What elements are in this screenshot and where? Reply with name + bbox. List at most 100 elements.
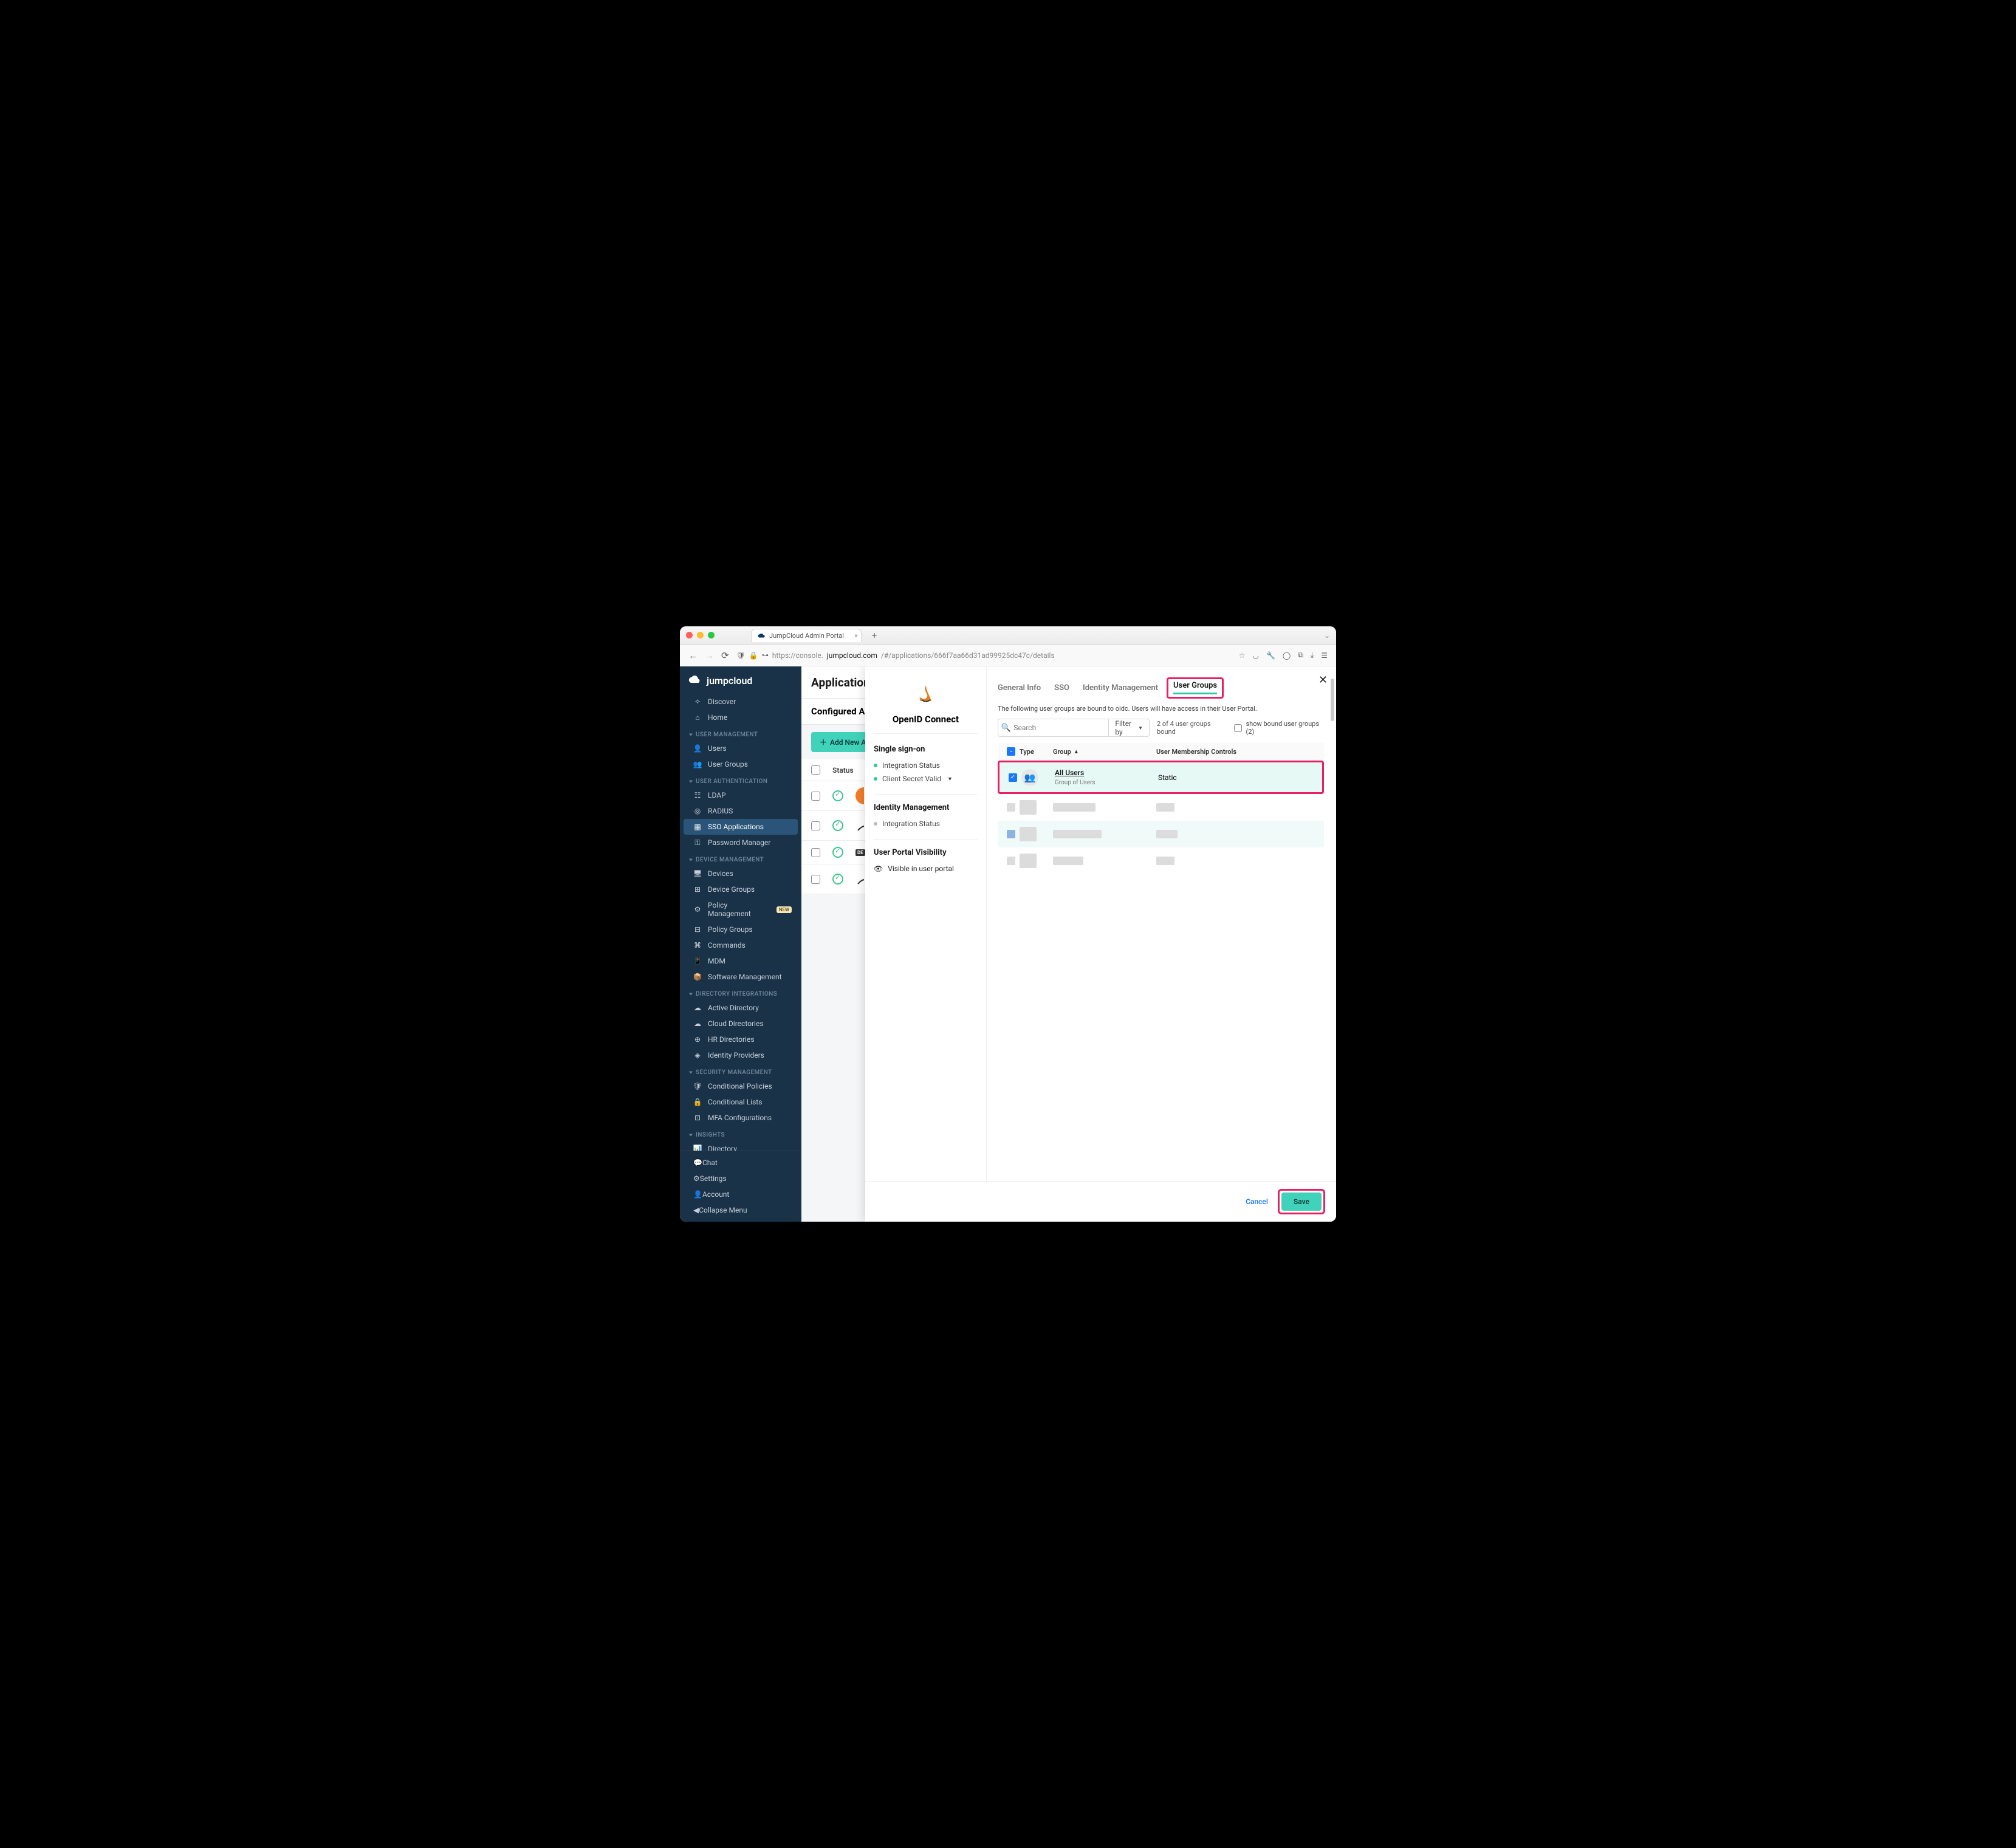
col-membership[interactable]: User Membership Controls (1156, 748, 1319, 756)
chart-icon: 📊 (693, 1145, 702, 1151)
address-bar[interactable]: 🛡 🔒 ⊶ https://console.jumpcloud.com/#/ap… (736, 651, 1246, 660)
sidebar: jumpcloud ✧Discover ⌂Home USER MANAGEMEN… (680, 666, 801, 1222)
section-security-management[interactable]: SECURITY MANAGEMENT (680, 1063, 801, 1078)
pocket-icon[interactable]: ◡ (1252, 651, 1258, 660)
shield-icon: 🛡 (736, 651, 746, 660)
default-badge: DE (855, 849, 865, 856)
maximize-window-button[interactable] (708, 632, 715, 638)
status-dot-icon (874, 777, 877, 781)
sidebar-item-hr-directories[interactable]: ⊕HR Directories (680, 1032, 801, 1047)
brand-logo[interactable]: jumpcloud (680, 666, 801, 694)
col-group[interactable]: Group▲ (1053, 748, 1156, 756)
group-row-all-users[interactable]: ✓ 👥 All Users Group of Users Static (998, 761, 1324, 794)
ad-icon: ☁ (693, 1004, 702, 1012)
row-checkbox[interactable] (811, 821, 820, 830)
tab-user-groups[interactable]: User Groups (1173, 679, 1217, 694)
col-status[interactable]: Status (832, 766, 857, 775)
section-user-authentication[interactable]: USER AUTHENTICATION (680, 772, 801, 787)
nav-back-icon[interactable]: ← (688, 650, 698, 661)
drawer-app-name: OpenID Connect (874, 714, 978, 734)
sidebar-item-conditional-policies[interactable]: 🛡Conditional Policies (680, 1078, 801, 1094)
user-group-icon: 👥 (1021, 769, 1038, 786)
nav-forward-icon[interactable]: → (705, 650, 714, 661)
show-bound-toggle[interactable]: show bound user groups (2) (1234, 720, 1324, 736)
downloads-icon[interactable]: ⤓ (1311, 651, 1314, 660)
group-name-link[interactable]: All Users (1055, 768, 1084, 777)
sidebar-item-home[interactable]: ⌂Home (680, 710, 801, 725)
browser-tab[interactable]: JumpCloud Admin Portal × (751, 629, 862, 642)
sidebar-item-mfa-configurations[interactable]: ⊡MFA Configurations (680, 1110, 801, 1126)
section-directory-integrations[interactable]: DIRECTORY INTEGRATIONS (680, 985, 801, 1000)
sidebar-item-user-groups[interactable]: 👥User Groups (680, 756, 801, 772)
close-tab-icon[interactable]: × (854, 632, 858, 640)
permissions-icon: ⊶ (762, 651, 769, 659)
extensions-icon[interactable]: ⧉ (1298, 651, 1303, 660)
app-content: jumpcloud ✧Discover ⌂Home USER MANAGEMEN… (680, 666, 1336, 1222)
sidebar-item-device-groups[interactable]: ⊞Device Groups (680, 881, 801, 897)
row-checkbox[interactable] (811, 875, 820, 884)
sidebar-item-chat[interactable]: 💬Chat (680, 1155, 801, 1171)
filter-dropdown[interactable]: Filter by▼ (1108, 719, 1149, 736)
sidebar-item-cloud-directories[interactable]: ☁Cloud Directories (680, 1016, 801, 1032)
bookmark-star-icon[interactable]: ☆ (1239, 651, 1246, 660)
section-device-management[interactable]: DEVICE MANAGEMENT (680, 850, 801, 866)
account-icon[interactable]: ◯ (1283, 651, 1291, 660)
portal-section-title: User Portal Visibility (874, 848, 978, 857)
search-box: 🔍 Filter by▼ (998, 719, 1150, 737)
drawer-sidebar: OpenID Connect Single sign-on Integratio… (865, 666, 987, 1181)
tab-identity-management[interactable]: Identity Management (1083, 681, 1158, 695)
row-checkbox[interactable] (811, 792, 820, 801)
sidebar-item-directory[interactable]: 📊Directory (680, 1141, 801, 1151)
sidebar-item-active-directory[interactable]: ☁Active Directory (680, 1000, 801, 1016)
titlebar-menu-icon[interactable]: ⌄ (1324, 631, 1330, 640)
sidebar-item-discover[interactable]: ✧Discover (680, 694, 801, 710)
sidebar-item-sso-applications[interactable]: ▦SSO Applications (684, 819, 798, 835)
show-bound-checkbox[interactable] (1234, 724, 1242, 732)
close-window-button[interactable] (686, 632, 693, 638)
sidebar-item-identity-providers[interactable]: ◈Identity Providers (680, 1047, 801, 1063)
row-checkbox[interactable] (811, 848, 820, 857)
tab-sso[interactable]: SSO (1054, 681, 1069, 695)
tab-general-info[interactable]: General Info (998, 681, 1041, 695)
hamburger-menu-icon[interactable]: ☰ (1321, 651, 1328, 660)
cloud-icon: ☁ (693, 1019, 702, 1028)
group-row-redacted[interactable] (998, 847, 1324, 874)
cancel-button[interactable]: Cancel (1246, 1197, 1268, 1206)
search-input[interactable] (1013, 724, 1108, 732)
group-membership-value: Static (1158, 773, 1317, 782)
url-domain: jumpcloud.com (827, 651, 877, 660)
devtools-icon[interactable]: 🔧 (1266, 651, 1275, 660)
sidebar-item-commands[interactable]: ⌘Commands (680, 937, 801, 953)
sidebar-item-settings[interactable]: ⚙Settings (680, 1171, 801, 1186)
section-insights[interactable]: INSIGHTS (680, 1126, 801, 1141)
sidebar-item-account[interactable]: 👤Account (680, 1186, 801, 1202)
sidebar-item-software-management[interactable]: 📦Software Management (680, 969, 801, 985)
sidebar-item-mdm[interactable]: 📱MDM (680, 953, 801, 969)
sidebar-item-devices[interactable]: 🖥Devices (680, 866, 801, 881)
sidebar-item-ldap[interactable]: ☷LDAP (680, 787, 801, 803)
minimize-window-button[interactable] (697, 632, 704, 638)
save-button[interactable]: Save (1281, 1193, 1322, 1211)
sidebar-item-policy-groups[interactable]: ⊟Policy Groups (680, 922, 801, 937)
col-type[interactable]: Type (1020, 748, 1053, 756)
sidebar-item-radius[interactable]: ◎RADIUS (680, 803, 801, 819)
sidebar-item-users[interactable]: 👤Users (680, 741, 801, 756)
section-user-management[interactable]: USER MANAGEMENT (680, 725, 801, 741)
select-all-checkbox[interactable] (811, 765, 820, 775)
close-drawer-button[interactable]: ✕ (1318, 674, 1328, 686)
new-tab-button[interactable]: + (868, 629, 881, 642)
group-row-redacted[interactable] (998, 794, 1324, 821)
group-checkbox[interactable]: ✓ (1009, 773, 1017, 782)
select-all-groups-checkbox[interactable]: − (1007, 747, 1015, 756)
url-prefix: https://console. (772, 651, 823, 660)
sidebar-item-conditional-lists[interactable]: 🔒Conditional Lists (680, 1094, 801, 1110)
sidebar-item-collapse-menu[interactable]: ◀Collapse Menu (680, 1202, 801, 1218)
nav-reload-icon[interactable]: ⟳ (721, 650, 729, 661)
sidebar-item-policy-management[interactable]: ⚙Policy ManagementNEW (680, 897, 801, 922)
sidebar-item-password-manager[interactable]: ⚿Password Manager (680, 835, 801, 850)
group-row-redacted[interactable] (998, 821, 1324, 847)
scrollbar-thumb[interactable] (1331, 679, 1334, 721)
new-badge: NEW (777, 906, 792, 913)
status-ok-icon (832, 820, 843, 831)
client-secret-row[interactable]: Client Secret Valid▼ (874, 772, 978, 785)
